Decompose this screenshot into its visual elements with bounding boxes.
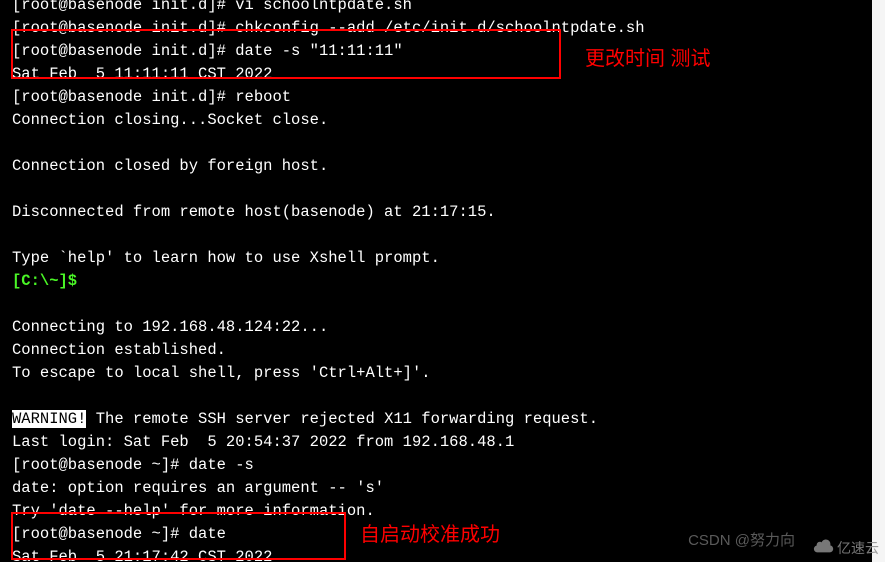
terminal-line: date: option requires an argument -- 's' xyxy=(12,477,645,500)
terminal-line: [C:\~]$ xyxy=(12,270,645,293)
terminal-line: To escape to local shell, press 'Ctrl+Al… xyxy=(12,362,645,385)
terminal-line: [root@basenode init.d]# reboot xyxy=(12,86,645,109)
terminal-line: Disconnected from remote host(basenode) … xyxy=(12,201,645,224)
terminal-line: WARNING! The remote SSH server rejected … xyxy=(12,408,645,431)
terminal-line xyxy=(12,224,645,247)
terminal-line: Try 'date --help' for more information. xyxy=(12,500,645,523)
terminal-line: Sat Feb 5 21:17:42 CST 2022 xyxy=(12,546,645,569)
cloud-icon xyxy=(813,537,835,560)
terminal-line xyxy=(12,132,645,155)
terminal-line xyxy=(12,293,645,316)
terminal-line: Connection established. xyxy=(12,339,645,362)
terminal-line xyxy=(12,178,645,201)
terminal-line: Type `help' to learn how to use Xshell p… xyxy=(12,247,645,270)
terminal-content: [root@basenode init.d]# vi schoolntpdate… xyxy=(12,0,645,569)
watermark-csdn: CSDN @努力向 xyxy=(688,529,795,552)
terminal-line: [root@basenode init.d]# vi schoolntpdate… xyxy=(12,0,645,17)
terminal-line: [root@basenode init.d]# chkconfig --add … xyxy=(12,17,645,40)
terminal-line: [root@basenode init.d]# date -s "11:11:1… xyxy=(12,40,645,63)
terminal-line: Sat Feb 5 11:11:11 CST 2022 xyxy=(12,63,645,86)
watermark-yisu: 亿速云 xyxy=(813,537,879,560)
terminal-line: Last login: Sat Feb 5 20:54:37 2022 from… xyxy=(12,431,645,454)
terminal-line: [root@basenode ~]# date xyxy=(12,523,645,546)
side-strip xyxy=(872,0,885,562)
terminal-line: Connection closed by foreign host. xyxy=(12,155,645,178)
terminal-window[interactable]: [root@basenode init.d]# vi schoolntpdate… xyxy=(0,0,872,562)
watermark-yisu-text: 亿速云 xyxy=(837,537,879,560)
terminal-line: [root@basenode ~]# date -s xyxy=(12,454,645,477)
terminal-line: Connecting to 192.168.48.124:22... xyxy=(12,316,645,339)
terminal-line xyxy=(12,385,645,408)
terminal-line: Connection closing...Socket close. xyxy=(12,109,645,132)
